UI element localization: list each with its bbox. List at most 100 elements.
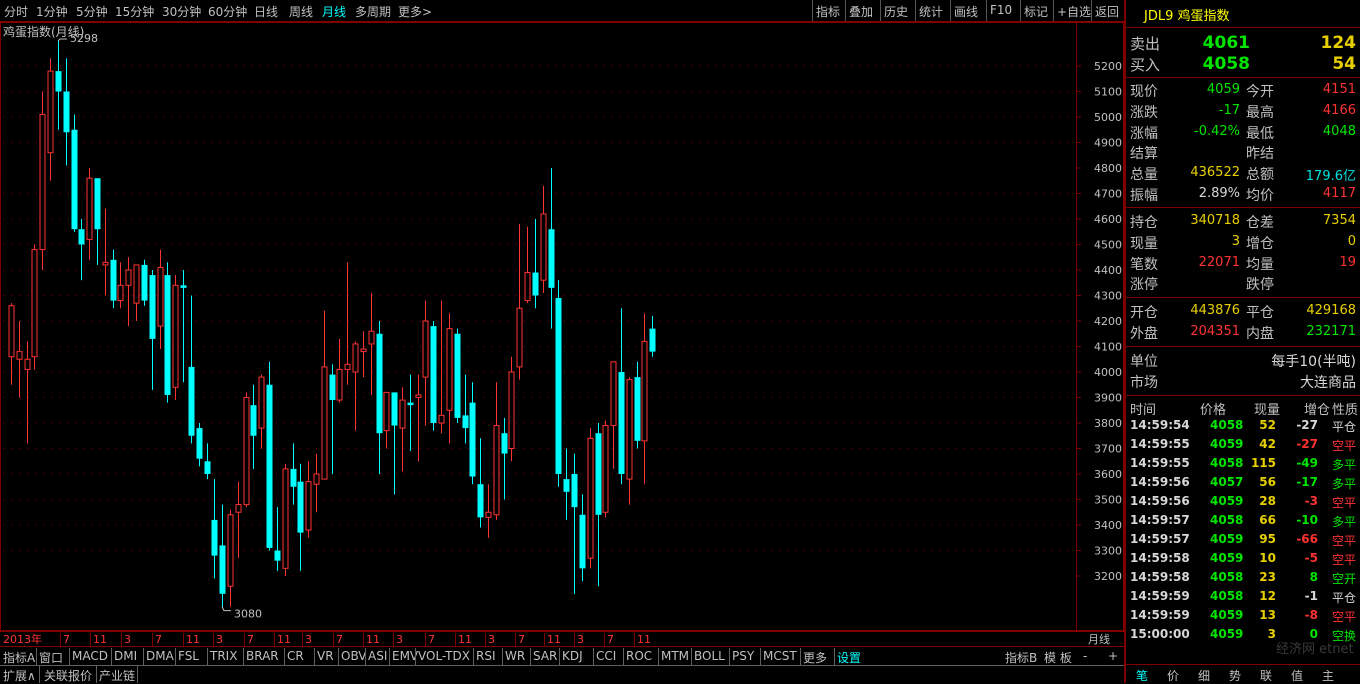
indicator-tab-1[interactable]: 窗口 xyxy=(39,649,63,666)
indicator-tab-8[interactable]: CR xyxy=(287,649,304,663)
indicator-tab-0[interactable]: 指标A xyxy=(3,649,35,666)
candle-body-down xyxy=(149,275,156,339)
panel-tab-4[interactable]: 联 xyxy=(1260,667,1272,684)
period-tab-3[interactable]: 15分钟 xyxy=(115,3,154,20)
bottom-tab-1[interactable]: 关联报价 xyxy=(44,667,92,684)
candle-body-up xyxy=(16,351,23,360)
indicator-tab-10[interactable]: OBV xyxy=(341,649,367,663)
toolbar-btn-0[interactable]: 指标 xyxy=(816,3,840,20)
toolbar-btn-2[interactable]: 历史 xyxy=(884,3,908,20)
indicator-tab-18[interactable]: CCI xyxy=(596,649,616,663)
period-tab-4[interactable]: 30分钟 xyxy=(162,3,201,20)
indicator-tab-13[interactable]: VOL-TDX xyxy=(418,649,470,663)
period-tab-7[interactable]: 周线 xyxy=(289,3,313,20)
toolbar-btn-4[interactable]: 画线 xyxy=(954,3,978,20)
toolbar-btn-8[interactable]: 返回 xyxy=(1095,3,1119,20)
stat-label: 总量 xyxy=(1130,167,1158,184)
period-tab-10[interactable]: 更多> xyxy=(398,3,432,20)
stat-label: 跌停 xyxy=(1246,277,1274,294)
indicator-tab-19[interactable]: ROC xyxy=(626,649,652,663)
stat-label: 平仓 xyxy=(1246,305,1274,321)
indicator-tab-22[interactable]: PSY xyxy=(732,649,754,663)
x-tick-label: 11 xyxy=(458,633,472,646)
period-tab-2[interactable]: 5分钟 xyxy=(76,3,108,20)
toolbar-btn-6[interactable]: 标记 xyxy=(1024,3,1048,20)
candle-body-up xyxy=(336,368,343,401)
tick-header-cell: 价格 xyxy=(1200,403,1227,418)
y-tick-label: 4000 xyxy=(1094,366,1122,379)
indicator-tab-11[interactable]: ASI xyxy=(368,649,387,663)
period-tab-8[interactable]: 月线 xyxy=(322,3,346,20)
indicator-tab-25[interactable]: 设置 xyxy=(837,649,861,666)
kline-chart-area[interactable]: 3200 3300 3400 3500 3600 3700 3800 3900 4000 4100… xyxy=(0,22,1124,646)
stat-label: 开仓 xyxy=(1130,305,1158,321)
tick-volume: 66 xyxy=(1259,513,1276,527)
candle-body-down xyxy=(71,129,78,230)
candle-body-down xyxy=(563,479,570,492)
stat-value: -0.42% xyxy=(1194,123,1240,139)
toolbar-btn-3[interactable]: 统计 xyxy=(919,3,943,20)
stat-value: 4166 xyxy=(1322,102,1356,118)
y-tick-label: 3300 xyxy=(1094,545,1122,558)
bottom-tab-2[interactable]: 产业链 xyxy=(99,667,135,684)
candle-body-down xyxy=(211,519,218,556)
candle-body-down xyxy=(110,259,117,301)
bottom-tab-0[interactable]: 扩展∧ xyxy=(3,667,36,684)
candle-body-up xyxy=(422,320,429,378)
panel-tab-2[interactable]: 细 xyxy=(1198,667,1210,684)
panel-tab-0[interactable]: 笔 xyxy=(1136,667,1148,684)
indicator-tab-4[interactable]: DMA xyxy=(146,649,174,663)
indicator-tab-3[interactable]: DMI xyxy=(114,649,137,663)
period-tab-9[interactable]: 多周期 xyxy=(355,3,391,20)
indicator-tab-17[interactable]: KDJ xyxy=(562,649,583,663)
toolbar-btn-5[interactable]: F10 xyxy=(990,3,1012,17)
candle-body-down xyxy=(329,374,336,401)
indicator-tab-16[interactable]: SAR xyxy=(533,649,557,663)
indicator-tab-23[interactable]: MCST xyxy=(763,649,797,663)
period-tab-0[interactable]: 分时 xyxy=(4,3,28,20)
indicator-tab-20[interactable]: MTM xyxy=(661,649,689,663)
toolbar-divider xyxy=(1091,0,1092,21)
candle-body-up xyxy=(383,391,390,432)
candle-body-down xyxy=(548,229,555,288)
panel-tab-1[interactable]: 价 xyxy=(1167,667,1179,684)
tick-time: 14:59:57 xyxy=(1130,513,1190,527)
indicator-tab-5[interactable]: FSL xyxy=(178,649,199,663)
tick-price: 4059 xyxy=(1210,608,1244,622)
indicator-bar: 指标A 窗口 MACD DMI DMA FSL TRIX BRAR CR VR OBV ASI EMV V… xyxy=(0,646,1124,666)
indicator-tab-15[interactable]: WR xyxy=(505,649,525,663)
indicator-tab-24[interactable]: 更多 xyxy=(803,649,827,666)
stat-label: 结算 xyxy=(1130,146,1158,163)
period-tab-1[interactable]: 1分钟 xyxy=(36,3,68,20)
indicator-tab-14[interactable]: RSI xyxy=(476,649,496,663)
period-tab-6[interactable]: 日线 xyxy=(254,3,278,20)
candle-body-up xyxy=(641,340,648,442)
indicator-tab-21[interactable]: BOLL xyxy=(694,649,725,663)
indicator-right-btn-0[interactable]: 指标B xyxy=(1005,649,1037,666)
unit-row: 单位 每手10(半吨) xyxy=(1130,351,1358,371)
candle-body-down xyxy=(579,514,586,569)
toolbar-btn-7[interactable]: +自选 xyxy=(1057,3,1091,20)
candle-body-down xyxy=(454,333,461,418)
panel-tab-3[interactable]: 势 xyxy=(1229,667,1241,684)
indicator-tab-6[interactable]: TRIX xyxy=(210,649,237,663)
indicator-right-btn-2[interactable]: - xyxy=(1083,649,1087,663)
candle-body-down xyxy=(141,264,148,301)
period-tab-5[interactable]: 60分钟 xyxy=(208,3,247,20)
kline-chart[interactable]: 3200 3300 3400 3500 3600 3700 3800 3900 4000 4100… xyxy=(0,22,1124,647)
stat-label: 涨停 xyxy=(1130,277,1158,294)
indicator-tab-9[interactable]: VR xyxy=(317,649,334,663)
tick-time: 14:59:58 xyxy=(1130,570,1190,584)
indicator-right-btn-3[interactable]: + xyxy=(1108,649,1118,663)
tick-nature: 多平 xyxy=(1332,458,1357,472)
panel-tab-6[interactable]: 主 xyxy=(1322,667,1334,684)
indicator-right-btn-1[interactable]: 模 板 xyxy=(1044,649,1072,666)
candle-body-up xyxy=(508,371,515,449)
indicator-tab-2[interactable]: MACD xyxy=(72,649,108,663)
tick-volume: 12 xyxy=(1259,589,1276,603)
toolbar-btn-1[interactable]: 叠加 xyxy=(849,3,873,20)
indicator-divider xyxy=(834,648,835,665)
indicator-tab-7[interactable]: BRAR xyxy=(246,649,279,663)
panel-tab-5[interactable]: 值 xyxy=(1291,667,1303,684)
indicator-divider xyxy=(69,648,70,665)
